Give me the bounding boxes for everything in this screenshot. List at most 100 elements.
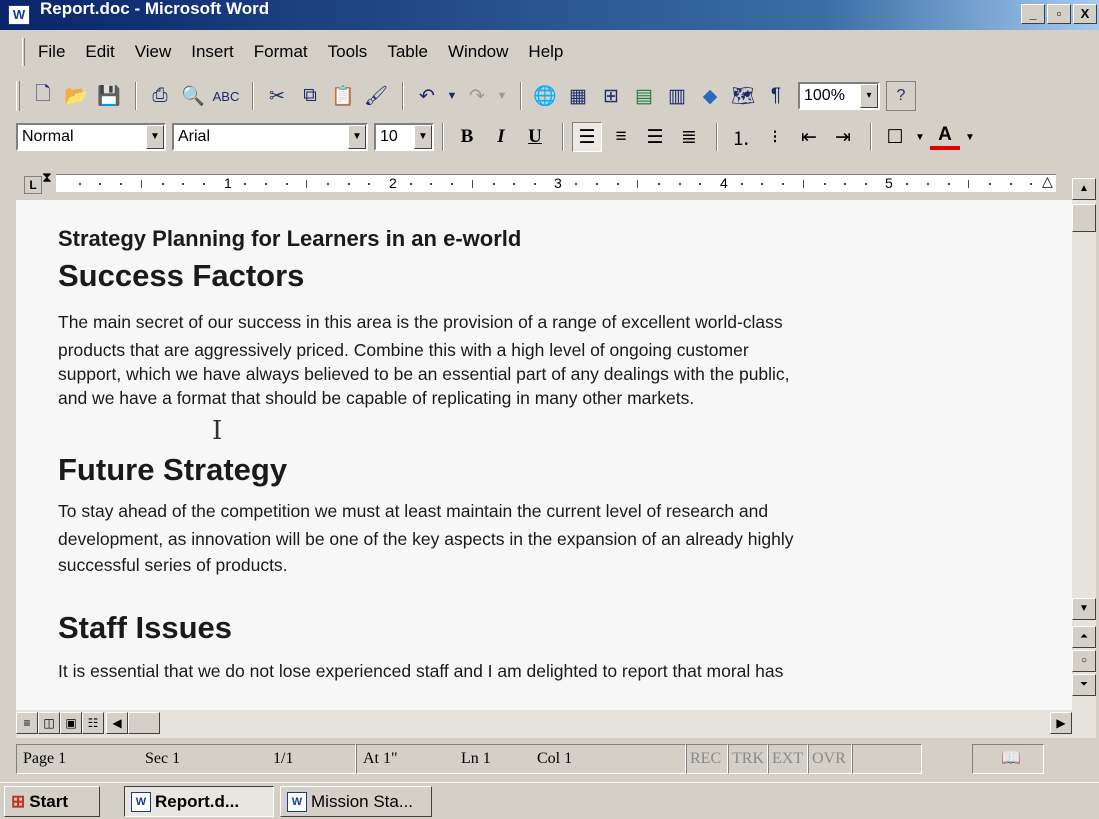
spelling-status-icon[interactable]: 📖 [972, 744, 1044, 774]
underline-button[interactable]: U [520, 122, 550, 152]
ruler[interactable]: L 1 2 3 4 5 ⧗ △ [16, 166, 1072, 200]
insert-excel-icon[interactable]: ▤ [629, 81, 659, 111]
horizontal-scroll-thumb[interactable] [128, 712, 160, 734]
scroll-up-icon[interactable]: ▲ [1072, 178, 1096, 200]
undo-dropdown-icon[interactable]: ▼ [445, 81, 459, 111]
help-icon[interactable]: ? [886, 81, 916, 111]
align-left-icon[interactable]: ☰ [572, 122, 602, 152]
menu-file[interactable]: File [36, 40, 67, 64]
hyperlink-icon[interactable]: 🌐 [530, 81, 560, 111]
record-macro-indicator[interactable]: REC [686, 744, 728, 774]
print-layout-view-icon[interactable]: ▣ [60, 712, 82, 734]
numbering-icon[interactable]: ⒈ [726, 122, 756, 152]
zoom-value: 100% [804, 87, 845, 104]
font-select[interactable]: Arial ▼ [172, 123, 368, 151]
ruler-strip[interactable]: 1 2 3 4 5 ⧗ △ [42, 169, 1056, 192]
format-painter-icon[interactable]: 🖌 [361, 81, 391, 111]
previous-page-icon[interactable]: ⏶ [1072, 626, 1096, 648]
cut-icon[interactable]: ✂ [262, 81, 292, 111]
taskbar-item-mission[interactable]: W Mission Sta... [280, 786, 432, 817]
menu-help[interactable]: Help [526, 40, 565, 64]
justify-icon[interactable]: ≣ [674, 122, 704, 152]
tab-stop-selector-icon[interactable]: L [24, 176, 42, 194]
close-button[interactable]: X [1073, 4, 1097, 24]
menu-table[interactable]: Table [385, 40, 430, 64]
document-area[interactable]: Strategy Planning for Learners in an e-w… [16, 200, 1072, 710]
separator [562, 123, 564, 151]
font-dropdown-icon[interactable]: ▼ [348, 125, 366, 149]
status-location-field: At 1" Ln 1 Col 1 [356, 744, 686, 774]
print-icon[interactable]: ⎙ [145, 81, 175, 111]
open-icon[interactable]: 📂 [61, 81, 91, 111]
scroll-left-icon[interactable]: ◀ [106, 712, 128, 734]
scroll-down-icon[interactable]: ▼ [1072, 598, 1096, 620]
menu-insert[interactable]: Insert [189, 40, 236, 64]
menu-edit[interactable]: Edit [83, 40, 116, 64]
ruler-tick [451, 183, 454, 185]
web-layout-view-icon[interactable]: ◫ [38, 712, 60, 734]
word-doc-icon: W [131, 791, 151, 812]
new-icon[interactable]: 🗋 [28, 81, 58, 111]
paragraph: The main secret of our success in this a… [58, 308, 1018, 412]
overtype-indicator[interactable]: OVR [808, 744, 852, 774]
indent-marker-icon[interactable]: ⧗ [42, 169, 52, 186]
align-center-icon[interactable]: ≡ [606, 122, 636, 152]
insert-table-icon[interactable]: ⊞ [596, 81, 626, 111]
ruler-tick [595, 183, 598, 185]
tables-borders-icon[interactable]: ▦ [563, 81, 593, 111]
font-size-dropdown-icon[interactable]: ▼ [414, 125, 432, 149]
title-bar[interactable]: W Report.doc - Microsoft Word _ ▫ X [0, 0, 1099, 30]
zoom-dropdown-icon[interactable]: ▾ [860, 84, 878, 108]
ruler-tick [926, 183, 929, 185]
undo-icon[interactable]: ↶ [412, 81, 442, 111]
redo-icon[interactable]: ↷ [462, 81, 492, 111]
bold-button[interactable]: B [452, 122, 482, 152]
decrease-indent-icon[interactable]: ⇤ [794, 122, 824, 152]
style-dropdown-icon[interactable]: ▼ [146, 125, 164, 149]
font-color-icon[interactable]: A [930, 124, 960, 150]
outline-view-icon[interactable]: ☷ [82, 712, 104, 734]
paste-icon[interactable]: 📋 [328, 81, 358, 111]
spelling-icon[interactable]: ABC [211, 81, 241, 111]
scroll-right-icon[interactable]: ▶ [1050, 712, 1072, 734]
track-changes-indicator[interactable]: TRK [728, 744, 768, 774]
extend-selection-indicator[interactable]: EXT [768, 744, 808, 774]
borders-dropdown-icon[interactable]: ▼ [914, 122, 926, 152]
zoom-select[interactable]: 100% ▾ [798, 82, 880, 110]
save-icon[interactable]: 💾 [94, 81, 124, 111]
menu-format[interactable]: Format [252, 40, 310, 64]
style-select[interactable]: Normal ▼ [16, 123, 166, 151]
italic-button[interactable]: I [486, 122, 516, 152]
drawing-icon[interactable]: ◆ [695, 81, 725, 111]
menu-view[interactable]: View [133, 40, 174, 64]
print-preview-icon[interactable]: 🔍 [178, 81, 208, 111]
columns-icon[interactable]: ▥ [662, 81, 692, 111]
borders-icon[interactable]: ☐ [880, 122, 910, 152]
minimize-button[interactable]: _ [1021, 4, 1045, 24]
right-indent-icon[interactable]: △ [1042, 173, 1053, 190]
next-page-icon[interactable]: ⏷ [1072, 674, 1096, 696]
increase-indent-icon[interactable]: ⇥ [828, 122, 858, 152]
show-hide-icon[interactable]: ¶ [761, 81, 791, 111]
bullets-icon[interactable]: ⁝ [760, 122, 790, 152]
window-title: Report.doc - Microsoft Word [40, 0, 270, 18]
maximize-button[interactable]: ▫ [1047, 4, 1071, 24]
start-button[interactable]: ⊞ Start [4, 786, 100, 817]
ruler-tick [533, 183, 536, 185]
align-right-icon[interactable]: ☰ [640, 122, 670, 152]
font-color-dropdown-icon[interactable]: ▼ [964, 122, 976, 152]
redo-dropdown-icon[interactable]: ▼ [495, 81, 509, 111]
font-size-value: 10 [380, 128, 398, 145]
font-size-select[interactable]: 10 ▼ [374, 123, 434, 151]
word-doc-icon[interactable]: W [8, 5, 30, 25]
menu-window[interactable]: Window [446, 40, 510, 64]
copy-icon[interactable]: ⧉ [295, 81, 325, 111]
horizontal-scrollbar[interactable]: ≡ ◫ ▣ ☷ ◀ ▶ [16, 710, 1096, 738]
document-map-icon[interactable]: 🗺 [728, 81, 758, 111]
vertical-scrollbar[interactable]: ▲ ▼ ⏶ ○ ⏷ [1072, 178, 1096, 710]
normal-view-icon[interactable]: ≡ [16, 712, 38, 734]
select-browse-object-icon[interactable]: ○ [1072, 650, 1096, 672]
menu-tools[interactable]: Tools [326, 40, 370, 64]
taskbar-item-report[interactable]: W Report.d... [124, 786, 274, 817]
scroll-thumb[interactable] [1072, 204, 1096, 232]
